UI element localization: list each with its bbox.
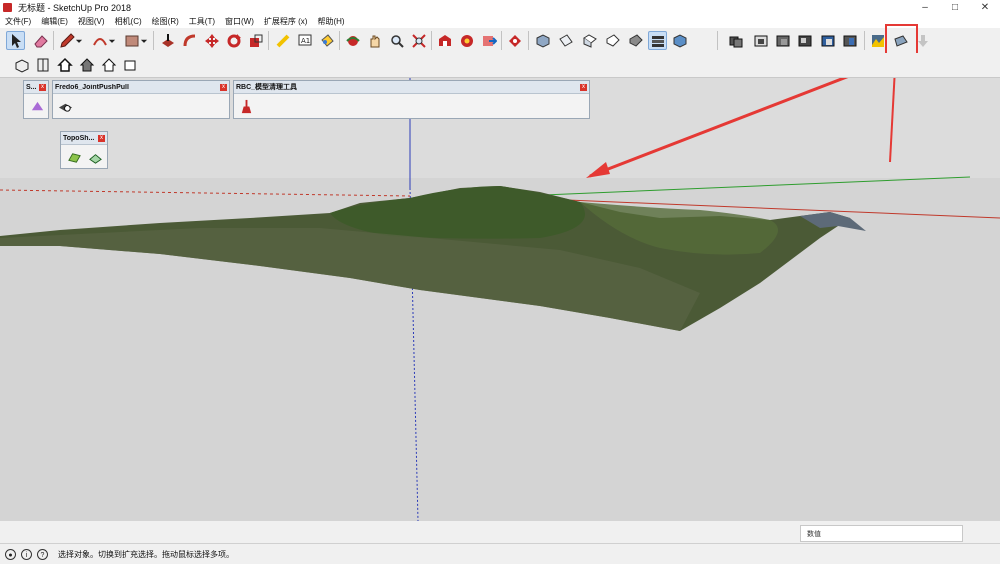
- panel-fredo6-jointpushpull: Fredo6_JointPushPull x: [52, 80, 230, 119]
- menu-draw[interactable]: 绘图(R): [147, 16, 184, 27]
- panel-rbc-cleanup: RBC_模型清理工具 x: [233, 80, 590, 119]
- panel-title: RBC_模型清理工具: [236, 84, 298, 91]
- component-icon-6[interactable]: [840, 31, 859, 50]
- extension-manager-icon[interactable]: [505, 31, 524, 50]
- shaded-texture-icon[interactable]: [670, 31, 689, 50]
- measurements-label: 数值: [807, 531, 821, 538]
- menu-edit[interactable]: 编辑(E): [36, 16, 73, 27]
- component-icon-3[interactable]: [773, 31, 792, 50]
- panel-header[interactable]: TopoSh... x: [61, 132, 107, 145]
- menu-window[interactable]: 窗口(W): [220, 16, 259, 27]
- close-icon[interactable]: x: [98, 134, 105, 142]
- menu-tools[interactable]: 工具(T): [184, 16, 220, 27]
- menu-bar: 文件(F) 编辑(E) 视图(V) 相机(C) 绘图(R) 工具(T) 窗口(W…: [0, 15, 1000, 28]
- status-text: 选择对象。切换到扩充选择。拖动鼠标选择多项。: [58, 549, 234, 559]
- tape-measure-icon[interactable]: [273, 31, 292, 50]
- top-view-icon[interactable]: [556, 31, 575, 50]
- home-icon[interactable]: [55, 55, 74, 74]
- panel-header[interactable]: S... x: [24, 81, 48, 94]
- eraser-icon[interactable]: [31, 31, 50, 50]
- component-icon-4[interactable]: [795, 31, 814, 50]
- panel-title: Fredo6_JointPushPull: [55, 83, 129, 91]
- box-front-icon[interactable]: [120, 55, 139, 74]
- help-icon[interactable]: ?: [37, 548, 48, 560]
- rotate-icon[interactable]: [224, 31, 243, 50]
- panel-header[interactable]: RBC_模型清理工具 x: [234, 81, 589, 94]
- orbit-icon[interactable]: [343, 31, 362, 50]
- title-bar: 无标题 - SketchUp Pro 2018 – □ ✕: [0, 0, 1000, 15]
- text-tool-icon[interactable]: A1: [295, 31, 314, 50]
- 3d-warehouse-icon[interactable]: [435, 31, 454, 50]
- credits-icon[interactable]: i: [21, 548, 32, 560]
- warehouse-box-icon[interactable]: [12, 55, 31, 74]
- geo-location-icon[interactable]: ●: [5, 548, 16, 560]
- right-view-icon[interactable]: [603, 31, 622, 50]
- follow-me-icon[interactable]: [180, 31, 199, 50]
- menu-view[interactable]: 视图(V): [73, 16, 110, 27]
- close-icon[interactable]: x: [220, 83, 227, 91]
- main-toolbar: A1: [0, 24, 1000, 58]
- component-icon-5[interactable]: [818, 31, 837, 50]
- chevron-down-icon[interactable]: [74, 31, 84, 50]
- chevron-down-icon[interactable]: [107, 31, 117, 50]
- front-view-icon[interactable]: [580, 31, 599, 50]
- maximize-icon[interactable]: □: [940, 0, 970, 15]
- push-pull-icon[interactable]: [158, 31, 177, 50]
- scene-canvas: [0, 78, 1000, 521]
- panel-header[interactable]: Fredo6_JointPushPull x: [53, 81, 229, 94]
- secondary-toolbar: [0, 53, 1000, 78]
- select-tool-icon[interactable]: [6, 31, 25, 50]
- iso-view-icon[interactable]: [533, 31, 552, 50]
- move-icon[interactable]: [202, 31, 221, 50]
- measurements-box[interactable]: 数值: [800, 525, 963, 542]
- house-outline-icon[interactable]: [99, 55, 118, 74]
- joint-push-pull-icon[interactable]: [56, 97, 74, 115]
- materials-book-icon[interactable]: [33, 55, 52, 74]
- panel-title: TopoSh...: [63, 134, 95, 142]
- status-bar: ● i ? 选择对象。切换到扩充选择。拖动鼠标选择多项。: [0, 543, 1000, 564]
- zoom-icon[interactable]: [387, 31, 406, 50]
- component-icon-1[interactable]: [726, 31, 745, 50]
- minimize-icon[interactable]: –: [910, 0, 940, 15]
- sketchup-logo-icon: [3, 3, 12, 12]
- svg-text:A1: A1: [301, 37, 310, 45]
- close-icon[interactable]: x: [39, 83, 46, 91]
- zoom-extents-icon[interactable]: [409, 31, 428, 50]
- topo-mesh-icon[interactable]: [86, 148, 104, 166]
- broom-icon[interactable]: [237, 97, 255, 115]
- paint-bucket-icon[interactable]: [317, 31, 336, 50]
- menu-extensions[interactable]: 扩展程序 (x): [259, 16, 313, 27]
- close-icon[interactable]: x: [580, 83, 587, 91]
- component-icon-2[interactable]: [751, 31, 770, 50]
- scale-icon[interactable]: [246, 31, 265, 50]
- window-title: 无标题 - SketchUp Pro 2018: [18, 3, 132, 13]
- menu-help[interactable]: 帮助(H): [312, 16, 349, 27]
- pan-icon[interactable]: [365, 31, 384, 50]
- chevron-down-icon[interactable]: [139, 31, 149, 50]
- house-solid-icon[interactable]: [77, 55, 96, 74]
- panel-title: S...: [26, 83, 37, 91]
- shape-icon[interactable]: [28, 97, 46, 115]
- 3d-viewport[interactable]: S... x Fredo6_JointPushPull x RBC_模型清理工具…: [0, 78, 1000, 521]
- panel-toposhaper: TopoSh... x: [60, 131, 108, 169]
- back-view-icon[interactable]: [626, 31, 645, 50]
- extension-warehouse-icon[interactable]: [457, 31, 476, 50]
- topo-face-icon[interactable]: [65, 148, 83, 166]
- menu-file[interactable]: 文件(F): [0, 16, 36, 27]
- close-icon[interactable]: ✕: [970, 0, 1000, 15]
- panel-small: S... x: [23, 80, 49, 119]
- layers-style-icon[interactable]: [648, 31, 667, 50]
- send-to-layout-icon[interactable]: [479, 31, 498, 50]
- menu-camera[interactable]: 相机(C): [110, 16, 147, 27]
